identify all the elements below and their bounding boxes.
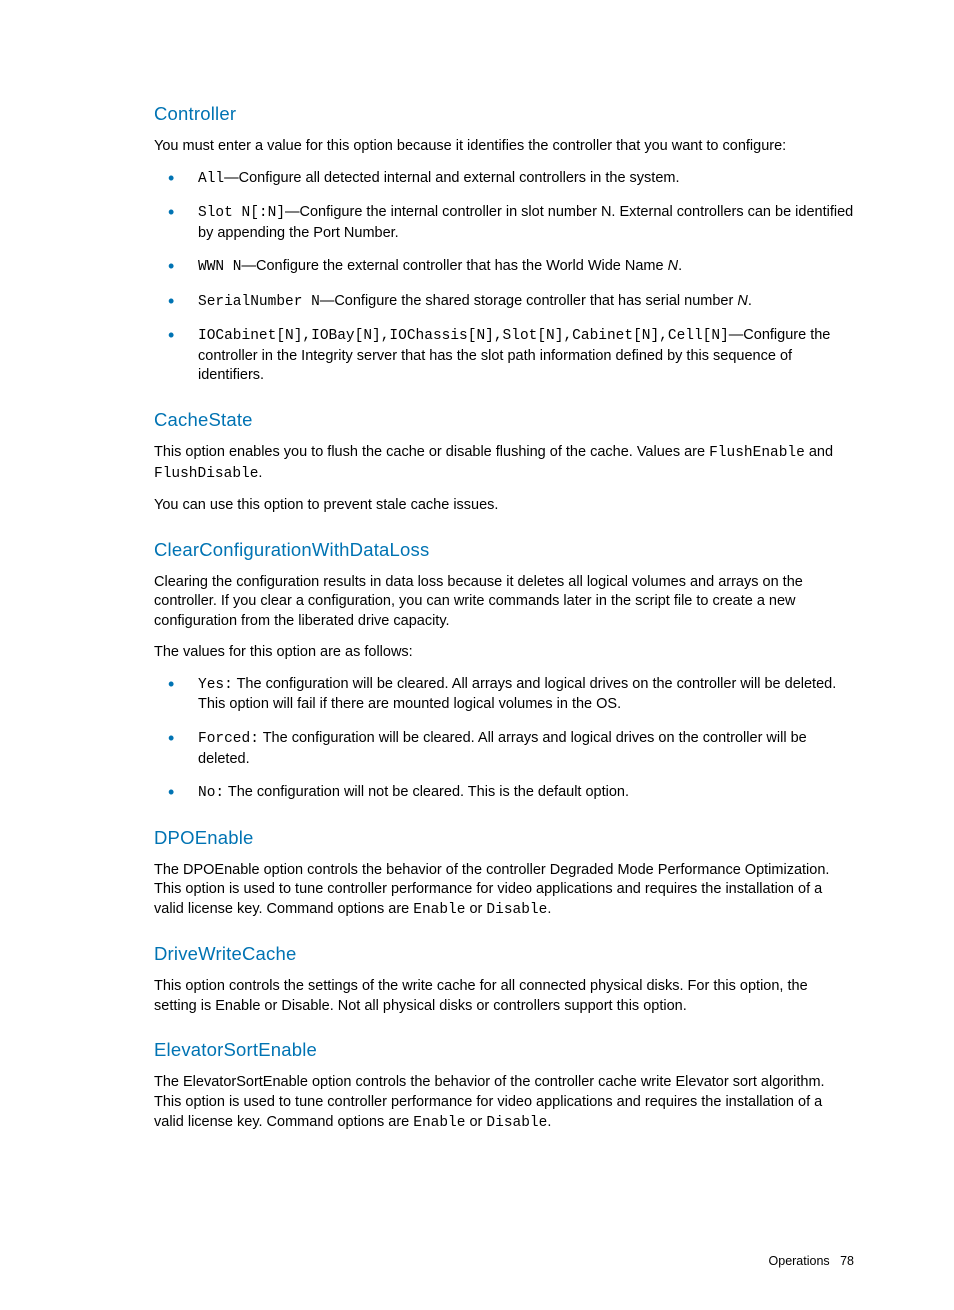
text: . xyxy=(258,465,262,481)
text: —Configure the external controller that … xyxy=(242,258,668,274)
page-footer: Operations 78 xyxy=(154,1253,854,1270)
list-item: SerialNumber N—Configure the shared stor… xyxy=(154,292,854,313)
footer-page-number: 78 xyxy=(840,1254,854,1268)
text: . xyxy=(547,1114,551,1130)
text: The configuration will not be cleared. T… xyxy=(224,784,629,800)
heading-drivewritecache: DriveWriteCache xyxy=(154,942,854,967)
controller-list: All—Configure all detected internal and … xyxy=(154,169,854,387)
code-slot: Slot N[:N] xyxy=(198,205,285,221)
text: The configuration will be cleared. All a… xyxy=(198,730,807,767)
heading-dpoenable: DPOEnable xyxy=(154,826,854,851)
code-disable: Disable xyxy=(486,1115,547,1131)
code-io: IOCabinet[N],IOBay[N],IOChassis[N],Slot[… xyxy=(198,328,729,344)
list-item: No: The configuration will not be cleare… xyxy=(154,783,854,804)
var-n: N xyxy=(668,258,678,274)
esort-p1: The ElevatorSortEnable option controls t… xyxy=(154,1073,854,1133)
clearconfig-list: Yes: The configuration will be cleared. … xyxy=(154,675,854,804)
text: or xyxy=(465,1114,486,1130)
dpo-p1: The DPOEnable option controls the behavi… xyxy=(154,861,854,921)
text: —Configure the shared storage controller… xyxy=(320,293,738,309)
text: . xyxy=(547,901,551,917)
controller-intro: You must enter a value for this option b… xyxy=(154,137,854,157)
code-enable: Enable xyxy=(413,902,465,918)
list-item: IOCabinet[N],IOBay[N],IOChassis[N],Slot[… xyxy=(154,326,854,386)
heading-controller: Controller xyxy=(154,102,854,127)
text: and xyxy=(805,444,833,460)
text: . xyxy=(748,293,752,309)
text: The configuration will be cleared. All a… xyxy=(198,676,836,713)
var-n: N xyxy=(737,293,747,309)
text: . xyxy=(678,258,682,274)
cachestate-p1: This option enables you to flush the cac… xyxy=(154,443,854,484)
text: —Configure all detected internal and ext… xyxy=(224,170,679,186)
code-yes: Yes: xyxy=(198,677,233,693)
text: This option enables you to flush the cac… xyxy=(154,444,709,460)
list-item: WWN N—Configure the external controller … xyxy=(154,257,854,278)
dwc-p1: This option controls the settings of the… xyxy=(154,977,854,1016)
list-item: Forced: The configuration will be cleare… xyxy=(154,729,854,769)
heading-cachestate: CacheState xyxy=(154,408,854,433)
list-item: All—Configure all detected internal and … xyxy=(154,169,854,190)
code-wwn: WWN N xyxy=(198,259,242,275)
footer-section: Operations xyxy=(769,1254,830,1268)
text: or xyxy=(465,901,486,917)
code-flushenable: FlushEnable xyxy=(709,445,805,461)
clearconfig-p2: The values for this option are as follow… xyxy=(154,643,854,663)
list-item: Slot N[:N]—Configure the internal contro… xyxy=(154,203,854,243)
heading-elevatorsortenable: ElevatorSortEnable xyxy=(154,1038,854,1063)
code-serial: SerialNumber N xyxy=(198,294,320,310)
heading-clearconfig: ClearConfigurationWithDataLoss xyxy=(154,538,854,563)
code-disable: Disable xyxy=(486,902,547,918)
code-all: All xyxy=(198,171,224,187)
code-flushdisable: FlushDisable xyxy=(154,466,258,482)
code-enable: Enable xyxy=(413,1115,465,1131)
code-forced: Forced: xyxy=(198,731,259,747)
code-no: No: xyxy=(198,785,224,801)
text: —Configure the internal controller in sl… xyxy=(198,204,853,241)
list-item: Yes: The configuration will be cleared. … xyxy=(154,675,854,715)
clearconfig-p1: Clearing the configuration results in da… xyxy=(154,573,854,632)
cachestate-p2: You can use this option to prevent stale… xyxy=(154,496,854,516)
